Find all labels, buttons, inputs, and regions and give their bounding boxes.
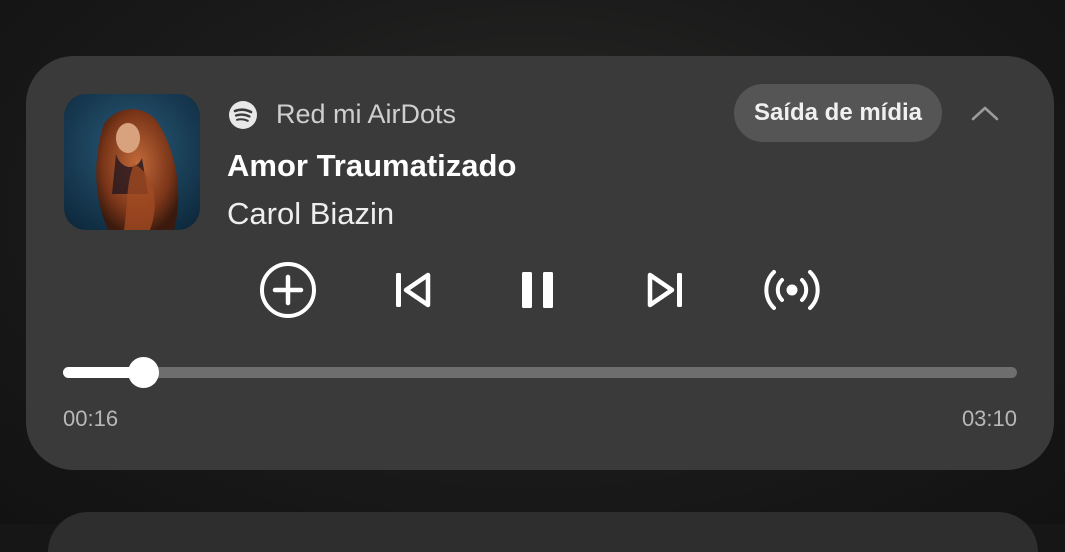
source-device-label: Red mi AirDots xyxy=(276,99,456,130)
track-title: Amor Traumatizado xyxy=(227,148,516,184)
album-art-image xyxy=(64,94,200,230)
audio-source: Red mi AirDots xyxy=(228,99,456,130)
collapse-button[interactable] xyxy=(968,98,1002,128)
connect-device-button[interactable] xyxy=(760,260,824,320)
progress-bar[interactable] xyxy=(63,367,1017,378)
skip-next-icon xyxy=(638,264,694,316)
media-output-button[interactable]: Saída de mídia xyxy=(734,84,942,142)
next-track-button[interactable] xyxy=(638,264,694,316)
album-art[interactable] xyxy=(64,94,200,230)
add-circle-icon xyxy=(258,260,318,320)
previous-track-button[interactable] xyxy=(384,264,440,316)
broadcast-icon xyxy=(760,260,824,320)
next-notification-card[interactable] xyxy=(48,512,1038,552)
pause-button[interactable] xyxy=(510,262,566,318)
elapsed-time: 00:16 xyxy=(63,406,118,432)
media-player-card: Red mi AirDots Saída de mídia Amor Traum… xyxy=(26,56,1054,470)
progress-thumb[interactable] xyxy=(128,357,159,388)
track-artist: Carol Biazin xyxy=(227,196,394,232)
total-time: 03:10 xyxy=(962,406,1017,432)
add-to-library-button[interactable] xyxy=(258,260,318,320)
spotify-icon xyxy=(228,100,258,130)
chevron-up-icon xyxy=(968,98,1002,128)
skip-previous-icon xyxy=(384,264,440,316)
pause-icon xyxy=(510,262,566,318)
